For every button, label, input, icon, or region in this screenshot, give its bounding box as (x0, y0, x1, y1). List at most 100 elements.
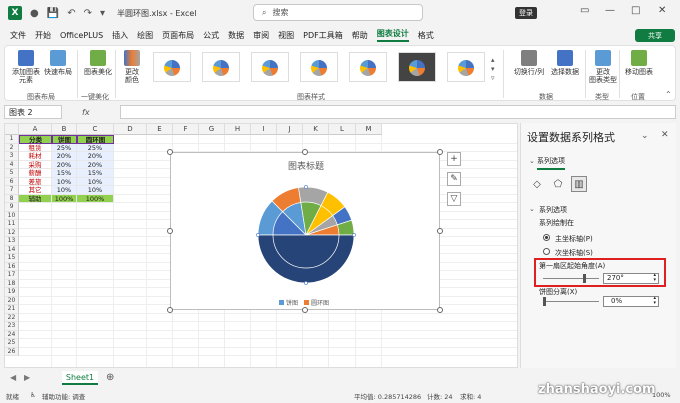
search-box[interactable]: ⌕ 搜索 (253, 4, 423, 21)
row-header[interactable]: 26 (5, 347, 19, 356)
angle-slider-thumb[interactable] (583, 274, 586, 283)
column-header[interactable]: M (356, 124, 382, 135)
row-header[interactable]: 14 (5, 245, 19, 254)
menu-item-3[interactable]: 插入 (112, 30, 128, 41)
chart-area[interactable]: 图表标题 饼图 圆环图 (170, 152, 440, 310)
pane-options-icon[interactable]: ⌄ (641, 131, 649, 141)
cell[interactable]: 15% (52, 169, 77, 178)
row-header[interactable]: 3 (5, 152, 19, 161)
collapse-ribbon-icon[interactable]: ⌃ (665, 90, 672, 99)
pane-close-icon[interactable]: ✕ (661, 130, 669, 140)
chart-beautify-button[interactable]: 图表美化 (83, 50, 113, 76)
ribbon-display-icon[interactable]: ▭ (580, 5, 589, 16)
chart-legend[interactable]: 饼图 圆环图 (279, 298, 329, 307)
secondary-axis-radio[interactable] (543, 248, 550, 255)
angle-spinbox[interactable]: 270° ▴ ▾ (603, 273, 659, 284)
menu-item-1[interactable]: 开始 (35, 30, 51, 41)
row-header[interactable]: 12 (5, 228, 19, 237)
select-data-button[interactable]: 选择数据 (549, 50, 581, 76)
cell[interactable]: 10% (52, 186, 77, 195)
prev-sheet-icon[interactable]: ◀ (10, 373, 16, 382)
menu-item-9[interactable]: 视图 (278, 30, 294, 41)
chart-style-5[interactable] (349, 52, 387, 82)
resize-handle[interactable] (302, 307, 308, 313)
cell[interactable]: 25% (77, 143, 114, 152)
menu-item-13[interactable]: 格式 (418, 30, 434, 41)
formula-input[interactable] (120, 105, 676, 119)
row-header[interactable]: 20 (5, 296, 19, 305)
chart-styles-brush-icon[interactable]: ✎ (447, 172, 461, 186)
cell[interactable]: 分类 (19, 135, 52, 144)
next-sheet-icon[interactable]: ▶ (24, 373, 30, 382)
chart-style-2[interactable] (202, 52, 240, 82)
resize-handle[interactable] (167, 307, 173, 313)
menu-item-6[interactable]: 公式 (203, 30, 219, 41)
column-header[interactable]: K (303, 124, 329, 135)
row-header[interactable]: 19 (5, 288, 19, 297)
menu-item-5[interactable]: 页面布局 (162, 30, 194, 41)
series-options-dropdown-icon[interactable]: ⌄ (529, 157, 535, 165)
cell[interactable]: 100% (77, 194, 114, 203)
redo-icon[interactable]: ↷ (84, 8, 92, 19)
login-button[interactable]: 登录 (515, 7, 537, 19)
row-header[interactable]: 25 (5, 339, 19, 348)
row-header[interactable]: 1 (5, 135, 19, 144)
spin-arrows-icon[interactable]: ▴ ▾ (653, 273, 656, 283)
row-header[interactable]: 22 (5, 313, 19, 322)
row-header[interactable]: 17 (5, 271, 19, 280)
close-icon[interactable]: ✕ (658, 5, 666, 16)
fill-line-icon[interactable]: ◇ (529, 176, 545, 192)
cell[interactable]: 薪酬 (19, 169, 52, 178)
explosion-slider-thumb[interactable] (543, 297, 546, 306)
cell[interactable]: 100% (52, 194, 77, 203)
change-chart-type-button[interactable]: 更改 图表类型 (589, 50, 617, 84)
row-header[interactable]: 6 (5, 177, 19, 186)
save-icon[interactable]: 💾 (47, 8, 59, 19)
switch-row-col-button[interactable]: 切换行/列 (511, 50, 547, 76)
tab-series-options[interactable]: 系列选项 (537, 156, 565, 170)
chart-plot[interactable] (171, 153, 441, 293)
effects-icon[interactable]: ⬠ (550, 176, 566, 192)
column-header[interactable]: I (251, 124, 277, 135)
cell[interactable]: 耗材 (19, 152, 52, 161)
column-header[interactable]: A (19, 124, 52, 135)
accessibility-icon[interactable]: ♿ (30, 391, 36, 399)
minimize-icon[interactable]: — (605, 5, 615, 16)
customize-qat-icon[interactable]: ▾ (100, 8, 105, 19)
status-accessibility[interactable]: 辅助功能: 调查 (42, 391, 85, 401)
row-header[interactable]: 18 (5, 279, 19, 288)
share-button[interactable]: 共享 (635, 29, 675, 42)
resize-handle[interactable] (437, 228, 443, 234)
chart-style-3[interactable] (251, 52, 289, 82)
change-colors-button[interactable]: 更改 颜色 (119, 50, 145, 84)
cell[interactable]: 20% (52, 160, 77, 169)
row-header[interactable]: 16 (5, 262, 19, 271)
resize-handle[interactable] (437, 307, 443, 313)
row-header[interactable]: 5 (5, 169, 19, 178)
add-chart-element-button[interactable]: 添加图表 元素 (11, 50, 41, 84)
column-header[interactable]: H (225, 124, 251, 135)
chart-style-4[interactable] (300, 52, 338, 82)
menu-item-10[interactable]: PDF工具箱 (303, 30, 343, 41)
column-header[interactable]: L (329, 124, 356, 135)
cell[interactable]: 10% (77, 177, 114, 186)
column-header[interactable]: G (199, 124, 225, 135)
column-header[interactable]: E (147, 124, 173, 135)
cell[interactable]: 其它 (19, 186, 52, 195)
maximize-icon[interactable]: □ (631, 5, 640, 16)
resize-handle[interactable] (437, 149, 443, 155)
column-header[interactable]: B (52, 124, 77, 135)
resize-handle[interactable] (167, 149, 173, 155)
section-toggle-icon[interactable]: ⌄ (529, 205, 535, 213)
cell[interactable]: 15% (77, 169, 114, 178)
cell[interactable]: 10% (77, 186, 114, 195)
menu-item-12[interactable]: 图表设计 (376, 28, 409, 42)
explosion-spinbox[interactable]: 0% ▴ ▾ (603, 296, 659, 307)
cell[interactable]: 25% (52, 143, 77, 152)
chart-style-7[interactable] (447, 52, 485, 82)
name-box[interactable]: 图表 2 (4, 105, 62, 119)
spin-arrows-icon[interactable]: ▴ ▾ (653, 296, 656, 306)
sheet-tab-sheet1[interactable]: Sheet1 (62, 371, 98, 385)
cell[interactable]: 20% (77, 152, 114, 161)
chart-style-6[interactable] (398, 52, 436, 82)
